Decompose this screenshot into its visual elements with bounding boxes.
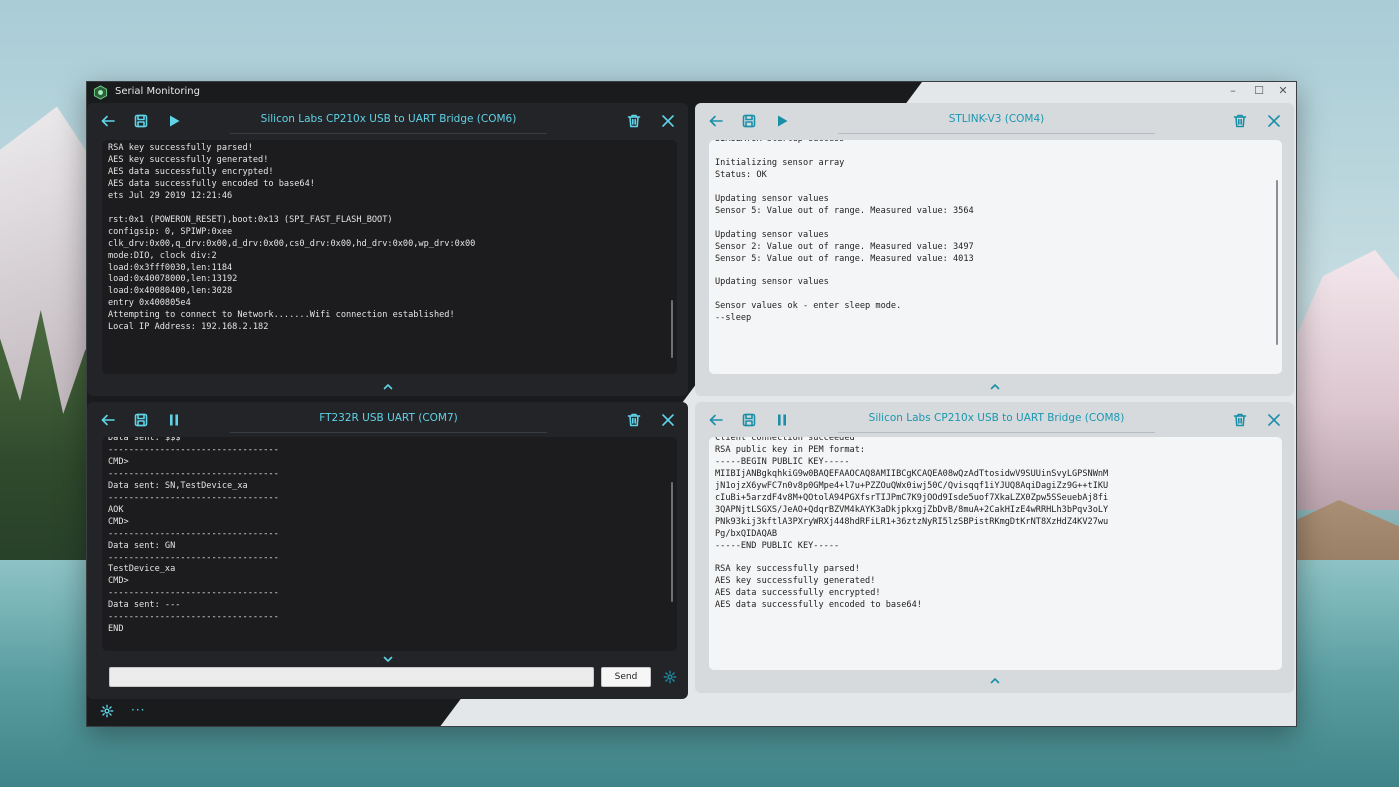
panel-title: Silicon Labs CP210x USB to UART Bridge (… — [838, 412, 1155, 433]
back-arrow-icon — [101, 414, 115, 426]
collapse-toggle[interactable] — [381, 381, 395, 391]
pause-button[interactable] — [772, 410, 792, 430]
clear-button[interactable] — [1230, 410, 1250, 430]
close-panel-button[interactable] — [1264, 111, 1284, 131]
close-panel-button[interactable] — [658, 410, 678, 430]
panel-toolbar: Silicon Labs CP210x USB to UART Bridge (… — [695, 402, 1294, 438]
close-icon — [662, 115, 674, 127]
console-text: Data sent: $$$ -------------------------… — [108, 437, 279, 635]
pause-icon — [778, 414, 786, 426]
app-window: Serial Monitoring – ☐ ✕ Silicon Labs CP2… — [86, 81, 1297, 727]
close-icon — [1268, 414, 1280, 426]
panel-toolbar: Silicon Labs CP210x USB to UART Bridge (… — [87, 103, 688, 139]
save-button[interactable] — [131, 410, 151, 430]
trash-icon — [627, 413, 641, 427]
play-button[interactable] — [164, 111, 184, 131]
close-icon — [1268, 115, 1280, 127]
clear-button[interactable] — [1230, 111, 1250, 131]
trash-icon — [1233, 413, 1247, 427]
close-panel-button[interactable] — [1264, 410, 1284, 430]
save-button[interactable] — [739, 111, 759, 131]
app-title: Serial Monitoring — [115, 86, 200, 97]
save-icon — [134, 413, 148, 427]
serial-panel-com8: Silicon Labs CP210x USB to UART Bridge (… — [695, 402, 1294, 693]
console-output[interactable]: RSA key successfully parsed! AES key suc… — [102, 140, 677, 374]
collapse-toggle[interactable] — [381, 654, 395, 664]
console-output[interactable]: SIMULATOR startup success Initializing s… — [709, 140, 1282, 374]
send-button[interactable]: Send — [601, 667, 651, 687]
console-text: SIMULATOR startup success Initializing s… — [715, 140, 974, 324]
back-arrow-icon — [101, 115, 115, 127]
pause-icon — [170, 414, 178, 426]
chevron-up-icon — [383, 383, 392, 389]
close-panel-button[interactable] — [658, 111, 678, 131]
panel-toolbar: STLINK-V3 (COM4) — [695, 103, 1294, 139]
console-output[interactable]: Client connection succeeded RSA public k… — [709, 437, 1282, 670]
chevron-up-icon — [990, 383, 999, 389]
maximize-button[interactable]: ☐ — [1249, 84, 1269, 97]
panel-toolbar: FT232R USB UART (COM7) — [87, 402, 688, 438]
chevron-down-icon — [383, 656, 392, 662]
panel-title: Silicon Labs CP210x USB to UART Bridge (… — [230, 113, 547, 134]
back-button[interactable] — [706, 111, 726, 131]
panel-title: FT232R USB UART (COM7) — [230, 412, 547, 433]
scrollbar[interactable] — [671, 300, 673, 358]
serial-panel-com4: STLINK-V3 (COM4) SIMULATOR startup succe… — [695, 103, 1294, 396]
app-logo-icon — [93, 85, 108, 100]
save-button[interactable] — [739, 410, 759, 430]
back-button[interactable] — [98, 111, 118, 131]
play-icon — [170, 115, 180, 127]
play-button[interactable] — [772, 111, 792, 131]
console-text: RSA key successfully parsed! AES key suc… — [108, 143, 476, 333]
save-icon — [134, 114, 148, 128]
serial-panel-com7: FT232R USB UART (COM7) Data sent: $$$ --… — [87, 402, 688, 699]
scrollbar[interactable] — [671, 482, 673, 602]
trash-icon — [627, 114, 641, 128]
panel-title: STLINK-V3 (COM4) — [838, 113, 1155, 134]
chevron-up-icon — [990, 677, 999, 683]
collapse-toggle[interactable] — [988, 381, 1002, 391]
back-arrow-icon — [709, 414, 723, 426]
settings-gear-icon[interactable] — [100, 704, 114, 718]
title-bar[interactable]: Serial Monitoring – ☐ ✕ — [87, 82, 1296, 103]
save-icon — [742, 114, 756, 128]
back-arrow-icon — [709, 115, 723, 127]
back-button[interactable] — [98, 410, 118, 430]
minimize-button[interactable]: – — [1223, 84, 1243, 97]
trash-icon — [1233, 114, 1247, 128]
more-icon[interactable]: ··· — [131, 703, 145, 717]
back-button[interactable] — [706, 410, 726, 430]
clear-button[interactable] — [624, 410, 644, 430]
collapse-toggle[interactable] — [988, 675, 1002, 685]
send-input[interactable] — [109, 667, 594, 687]
gear-icon[interactable] — [663, 670, 677, 684]
pause-button[interactable] — [164, 410, 184, 430]
console-output[interactable]: Data sent: $$$ -------------------------… — [102, 437, 677, 651]
save-button[interactable] — [131, 111, 151, 131]
save-icon — [742, 413, 756, 427]
window-close-button[interactable]: ✕ — [1273, 84, 1293, 97]
console-text: Client connection succeeded RSA public k… — [715, 437, 1109, 611]
clear-button[interactable] — [624, 111, 644, 131]
scrollbar[interactable] — [1276, 180, 1278, 345]
serial-panel-com6: Silicon Labs CP210x USB to UART Bridge (… — [87, 103, 688, 396]
play-icon — [778, 115, 788, 127]
close-icon — [662, 414, 674, 426]
